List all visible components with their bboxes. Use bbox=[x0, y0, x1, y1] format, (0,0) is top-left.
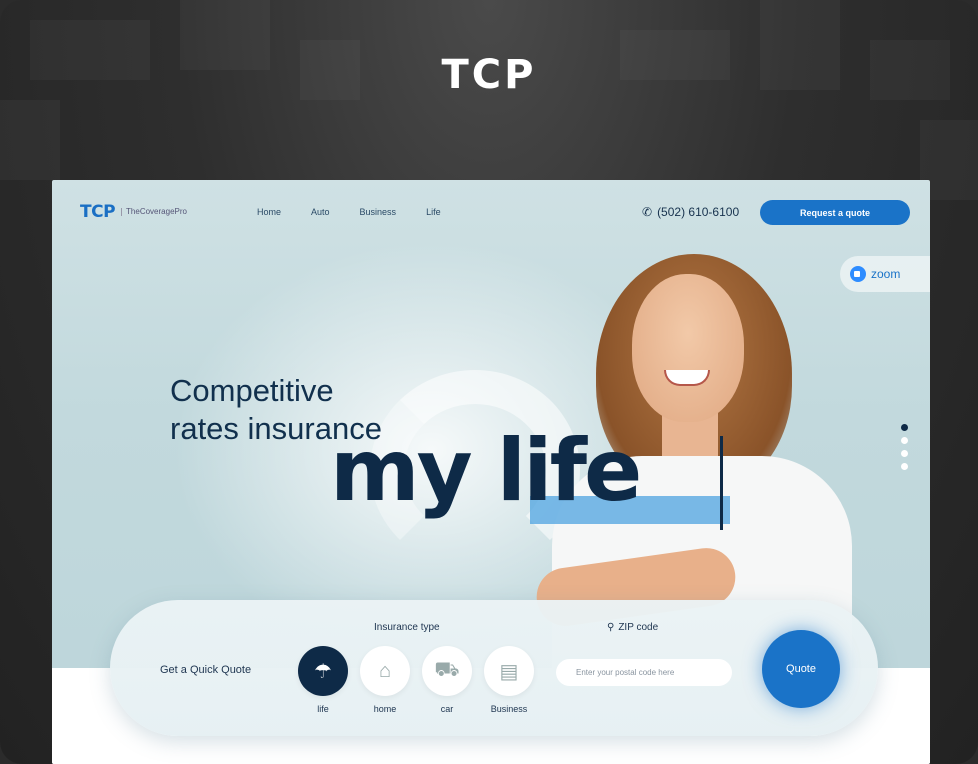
phone-icon: ✆ bbox=[642, 205, 653, 219]
type-label: car bbox=[440, 704, 454, 714]
nav-business[interactable]: Business bbox=[360, 207, 397, 217]
main-nav: Home Auto Business Life bbox=[257, 207, 441, 217]
hero-photo-face bbox=[632, 274, 744, 422]
quick-quote-bar: Get a Quick Quote Insurance type ☂ life … bbox=[110, 600, 878, 736]
slider-dot[interactable] bbox=[901, 463, 908, 470]
location-pin-icon: ⚲ bbox=[607, 622, 615, 633]
home-icon: ⌂ bbox=[360, 646, 410, 696]
car-icon: ⛟ bbox=[422, 646, 472, 696]
insurance-type-label: Insurance type bbox=[374, 622, 440, 633]
umbrella-icon: ☂ bbox=[298, 646, 348, 696]
phone-link[interactable]: ✆ (502) 610-6100 bbox=[642, 205, 739, 219]
zip-input[interactable] bbox=[556, 659, 732, 686]
slider-dots bbox=[901, 424, 908, 470]
zoom-badge[interactable]: zoom bbox=[840, 256, 930, 292]
type-label: home bbox=[373, 704, 397, 714]
site-logo[interactable]: TCP TheCoveragePro bbox=[80, 202, 187, 222]
hero-big-text: my life bbox=[330, 421, 642, 521]
hero-headline-line1: Competitive bbox=[170, 373, 334, 408]
zoom-label: zoom bbox=[871, 267, 901, 281]
zip-label: ⚲ ZIP code bbox=[607, 622, 658, 633]
zip-label-text: ZIP code bbox=[618, 622, 659, 633]
website-preview: TCP TheCoveragePro Home Auto Business Li… bbox=[52, 180, 930, 764]
type-option-home[interactable]: ⌂ home bbox=[360, 646, 410, 714]
type-option-life[interactable]: ☂ life bbox=[298, 646, 348, 714]
logo-mark: TCP bbox=[80, 202, 116, 222]
brand-title: TCP bbox=[441, 52, 537, 98]
nav-auto[interactable]: Auto bbox=[311, 207, 330, 217]
text-cursor bbox=[720, 436, 723, 530]
phone-number: (502) 610-6100 bbox=[657, 205, 740, 219]
quick-quote-label: Get a Quick Quote bbox=[160, 664, 252, 676]
nav-life[interactable]: Life bbox=[426, 207, 441, 217]
type-option-car[interactable]: ⛟ car bbox=[422, 646, 472, 714]
briefcase-icon: ▤ bbox=[484, 646, 534, 696]
slider-dot[interactable] bbox=[901, 424, 908, 431]
bg-tile bbox=[0, 100, 60, 180]
zoom-icon bbox=[850, 266, 866, 282]
slider-dot[interactable] bbox=[901, 437, 908, 444]
slider-dot[interactable] bbox=[901, 450, 908, 457]
type-label: Business bbox=[490, 704, 528, 714]
request-quote-button[interactable]: Request a quote bbox=[760, 200, 910, 225]
nav-home[interactable]: Home bbox=[257, 207, 281, 217]
type-label: life bbox=[317, 704, 329, 714]
quote-button[interactable]: Quote bbox=[762, 630, 840, 708]
type-option-business[interactable]: ▤ Business bbox=[484, 646, 534, 714]
logo-text: TheCoveragePro bbox=[121, 208, 187, 216]
